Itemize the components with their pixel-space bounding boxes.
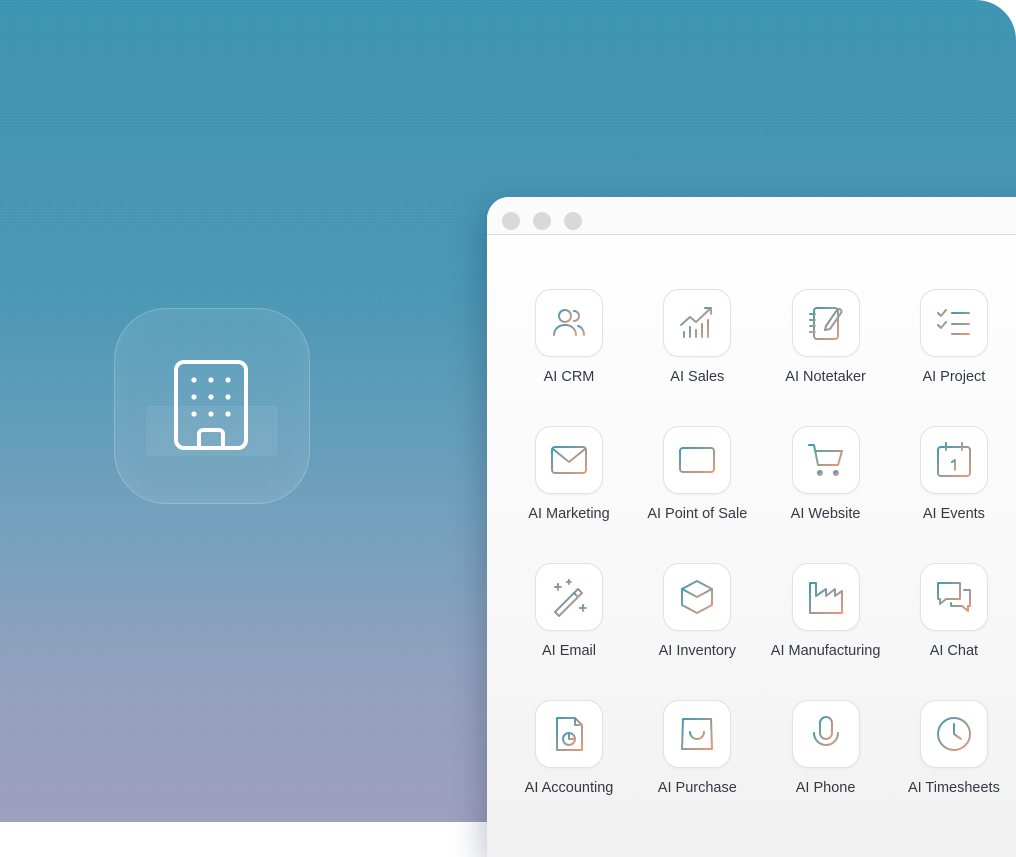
app-tile[interactable] (919, 563, 988, 631)
app-ai-marketing[interactable]: AI Marketing (507, 426, 635, 563)
contacts-icon (553, 309, 585, 336)
app-ai-sales[interactable]: AI Sales (635, 289, 763, 426)
app-tile[interactable] (535, 700, 603, 768)
app-tile[interactable] (791, 289, 860, 357)
app-tile[interactable] (535, 426, 603, 494)
app-grid: AI CRM AI Sales AI Notetaker AI Project … (507, 289, 1016, 837)
factory-icon (808, 582, 843, 614)
app-tile[interactable] (535, 289, 603, 357)
app-label: AI Project (922, 369, 986, 385)
app-label: AI Events (922, 506, 985, 522)
chart-trend-icon (680, 307, 713, 338)
shopping-cart-icon (807, 444, 843, 476)
close-dot[interactable] (502, 212, 520, 230)
app-label: AI Marketing (528, 506, 610, 522)
app-label: AI Accounting (524, 780, 614, 796)
chat-bubbles-icon (936, 582, 971, 612)
app-tile[interactable] (791, 563, 860, 631)
app-label: AI Notetaker (785, 369, 866, 385)
microphone-icon (812, 716, 839, 752)
magic-wand-icon (554, 579, 587, 617)
app-ai-inventory[interactable]: AI Inventory (635, 563, 763, 700)
app-ai-point-of-sale[interactable]: AI Point of Sale (635, 426, 763, 563)
app-label: AI Chat (929, 643, 979, 659)
document-chart-icon (556, 717, 583, 751)
app-ai-manufacturing[interactable]: AI Manufacturing (764, 563, 892, 700)
app-tile[interactable] (663, 289, 732, 357)
app-label: AI Sales (670, 369, 725, 385)
maximize-dot[interactable] (564, 212, 582, 230)
clock-icon (936, 717, 971, 751)
app-label: AI Email (542, 643, 596, 659)
app-label: AI Timesheets (907, 780, 1000, 796)
app-label: AI Manufacturing (770, 643, 881, 659)
credit-card-icon (679, 447, 716, 473)
app-label: AI Website (790, 506, 861, 522)
app-ai-crm[interactable]: AI CRM (507, 289, 635, 426)
app-tile[interactable] (919, 426, 988, 494)
app-tile[interactable] (663, 426, 732, 494)
app-tile[interactable] (919, 289, 988, 357)
app-label: AI Inventory (658, 643, 736, 659)
calendar-icon (936, 442, 971, 477)
checklist-icon (936, 309, 970, 335)
app-ai-events[interactable]: AI Events (892, 426, 1016, 563)
app-label: AI Point of Sale (647, 506, 748, 522)
app-ai-chat[interactable]: AI Chat (892, 563, 1016, 700)
window-titlebar (487, 197, 1016, 235)
app-tile[interactable] (535, 563, 603, 631)
app-ai-timesheets[interactable]: AI Timesheets (892, 700, 1016, 837)
app-ai-purchase[interactable]: AI Purchase (635, 700, 763, 837)
box-icon (681, 580, 714, 614)
building-icon (174, 360, 248, 450)
app-ai-website[interactable]: AI Website (764, 426, 892, 563)
app-ai-phone[interactable]: AI Phone (764, 700, 892, 837)
app-tile[interactable] (663, 563, 732, 631)
envelope-icon (551, 446, 587, 474)
app-ai-notetaker[interactable]: AI Notetaker (764, 289, 892, 426)
app-label: AI Phone (795, 780, 856, 796)
minimize-dot[interactable] (533, 212, 551, 230)
app-ai-email[interactable]: AI Email (507, 563, 635, 700)
app-tile[interactable] (663, 700, 732, 768)
app-label: AI CRM (543, 369, 595, 385)
app-tile[interactable] (919, 700, 988, 768)
app-ai-accounting[interactable]: AI Accounting (507, 700, 635, 837)
shopping-bag-icon (681, 718, 714, 750)
app-launcher-window: AI CRM AI Sales AI Notetaker AI Project … (487, 197, 1016, 857)
app-tile[interactable] (791, 426, 860, 494)
app-label: AI Purchase (657, 780, 737, 796)
app-tile[interactable] (791, 700, 860, 768)
notebook-pen-icon (808, 307, 843, 340)
app-ai-project[interactable]: AI Project (892, 289, 1016, 426)
